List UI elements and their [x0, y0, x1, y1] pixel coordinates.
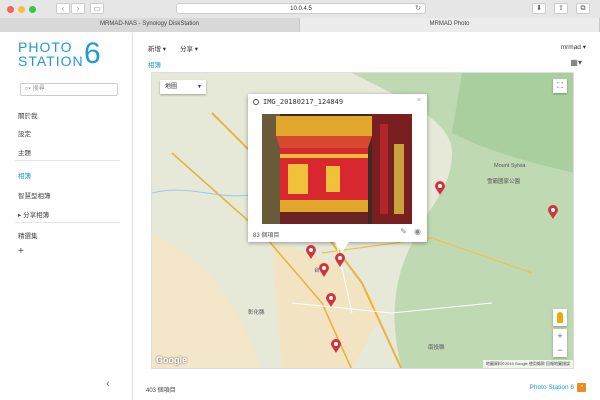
- forward-icon[interactable]: ›: [71, 3, 85, 14]
- place-label: 南投縣: [428, 345, 445, 351]
- location-icon: [253, 99, 259, 105]
- logo-line2: STATION: [18, 53, 84, 69]
- map-type-label: 地圖: [165, 84, 178, 90]
- map-attribution[interactable]: 地圖資料©2019 Google 使用條款 回報地圖錯誤: [482, 360, 573, 368]
- info-window-pointer: [335, 242, 349, 252]
- search-icon: ⌕▾: [25, 86, 33, 92]
- sidebar-item-albums[interactable]: 相簿: [18, 170, 31, 180]
- place-label: Mount Sylvia: [494, 163, 526, 169]
- browser-chrome: ‹ › ▭ 10.0.4.5 ↻ ⬇ ⇧ ⧉ MRMAD-NAS - Synol…: [0, 0, 600, 32]
- tab-diskstation[interactable]: MRMAD-NAS - Synology DiskStation: [0, 18, 300, 32]
- photo-thumbnail[interactable]: [262, 114, 412, 224]
- close-icon[interactable]: ×: [417, 97, 421, 104]
- map-pin-icon[interactable]: [548, 205, 558, 219]
- photo-info-window: IMG_20180217_124849 × 83 個項目 ✎ ◉: [248, 94, 427, 252]
- url-bar[interactable]: 10.0.4.5 ↻: [176, 3, 426, 14]
- breadcrumb[interactable]: 相簿: [148, 59, 161, 69]
- map-pin-icon[interactable]: [335, 253, 345, 267]
- map-pin-icon[interactable]: [435, 181, 445, 195]
- collapse-sidebar-icon[interactable]: ‹: [106, 378, 110, 390]
- map-pin-icon[interactable]: [319, 263, 329, 277]
- map[interactable]: Mount Sylvia 雪霸國家公園 台中 彰化縣 南投縣 地圖 ▼ ⛶ + …: [151, 72, 574, 369]
- user-menu-button[interactable]: mrmad ▾: [561, 43, 586, 51]
- close-window-button[interactable]: [7, 6, 14, 13]
- rss-icon[interactable]: ◔: [577, 383, 586, 392]
- share-icon[interactable]: ⇧: [554, 3, 568, 14]
- add-collection-button[interactable]: +: [18, 246, 24, 257]
- divider: [15, 222, 120, 223]
- view-toggle-icon[interactable]: ▦▾: [570, 58, 582, 67]
- divider: [15, 160, 120, 161]
- chevron-down-icon: ▼: [197, 84, 202, 90]
- place-label: 彰化縣: [248, 310, 265, 316]
- tab-bar: MRMAD-NAS - Synology DiskStation MRMAD P…: [0, 18, 600, 32]
- sidebar-toggle-icon[interactable]: ▭: [90, 3, 104, 14]
- zoom-in-button[interactable]: +: [553, 329, 567, 343]
- logo-line1: PHOTO: [18, 39, 73, 55]
- google-logo: Google: [156, 355, 187, 365]
- sidebar-item-theme[interactable]: 主題: [18, 147, 31, 157]
- search-placeholder: 搜尋: [32, 86, 45, 92]
- item-count: 83 個項目: [253, 233, 280, 239]
- maximize-window-button[interactable]: [29, 6, 36, 13]
- fullscreen-icon[interactable]: ⛶: [553, 79, 567, 93]
- tabs-overview-icon[interactable]: ⧉: [576, 3, 590, 14]
- map-type-select[interactable]: 地圖 ▼: [160, 80, 206, 94]
- tab-photo[interactable]: MRMAD Photo: [300, 18, 600, 32]
- logo-number: 6: [84, 37, 101, 70]
- sidebar-item-smart-albums[interactable]: 智慧型相簿: [18, 190, 51, 200]
- zoom-out-button[interactable]: −: [553, 343, 567, 357]
- place-label: 雪霸國家公園: [487, 179, 521, 185]
- reload-icon[interactable]: ↻: [415, 4, 421, 14]
- window-controls: [7, 6, 36, 13]
- sidebar-item-collections[interactable]: 精選集: [18, 230, 38, 240]
- map-pin-icon[interactable]: [331, 339, 341, 353]
- info-title: IMG_20180217_124849: [263, 98, 344, 106]
- footer-brand: Photo Station 6: [529, 384, 574, 391]
- sidebar-item-settings[interactable]: 設定: [18, 128, 31, 138]
- back-icon[interactable]: ‹: [56, 3, 70, 14]
- total-item-count: 403 個項目: [146, 388, 176, 394]
- street-view-pegman-icon[interactable]: [553, 309, 567, 326]
- sidebar: PHOTO STATION 6 ⌕▾ 搜尋 關於我 設定 主題 相簿 智慧型相簿…: [0, 33, 133, 400]
- download-icon[interactable]: ⬇: [532, 3, 546, 14]
- sidebar-item-shared-albums[interactable]: ▸ 分享相簿: [18, 209, 49, 219]
- eye-icon[interactable]: ◉: [414, 227, 421, 236]
- photo-station-logo: PHOTO STATION 6: [18, 39, 101, 69]
- url-text: 10.0.4.5: [290, 6, 312, 12]
- edit-icon[interactable]: ✎: [400, 227, 407, 236]
- sidebar-item-about[interactable]: 關於我: [18, 110, 38, 120]
- zoom-control: + −: [553, 329, 567, 357]
- map-pin-icon[interactable]: [326, 293, 336, 307]
- search-input[interactable]: ⌕▾ 搜尋: [20, 83, 118, 96]
- map-pin-icon[interactable]: [306, 245, 316, 259]
- new-menu-button[interactable]: 新增 ▾: [148, 43, 166, 53]
- share-menu-button[interactable]: 分享 ▾: [180, 43, 198, 53]
- minimize-window-button[interactable]: [18, 6, 25, 13]
